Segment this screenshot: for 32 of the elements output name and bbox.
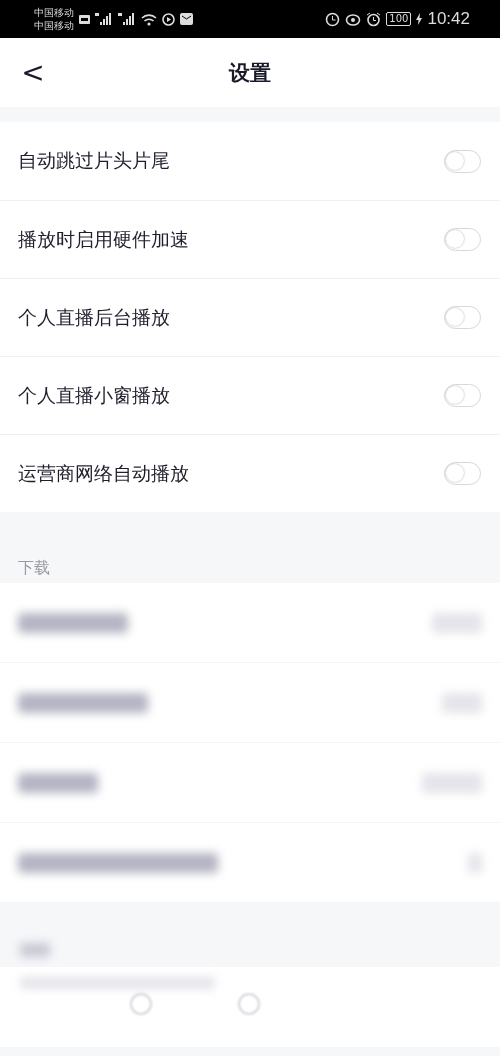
carrier-label: 中国移动 (34, 6, 74, 19)
blurred-text-drawing (442, 692, 482, 713)
page-title: 设置 (229, 59, 271, 87)
section-title: 下载 (18, 559, 50, 577)
play-icon (162, 12, 175, 26)
blurred-text-drawing (422, 772, 482, 793)
charging-icon (416, 13, 423, 25)
back-button[interactable]: < (14, 55, 52, 91)
battery-level: 100 (386, 12, 412, 26)
toggle-switch[interactable] (444, 149, 481, 173)
setting-label: 个人直播小窗播放 (18, 382, 170, 408)
alarm-icon (366, 11, 382, 27)
toggle-switch[interactable] (444, 228, 481, 251)
mail-icon (180, 13, 193, 25)
home-nav-icon[interactable] (238, 993, 260, 1015)
hd-icon (79, 14, 90, 24)
clock-time: 10:42 (427, 9, 470, 29)
setting-label: 个人直播后台播放 (18, 304, 170, 330)
wifi-icon (141, 12, 157, 26)
setting-label: 自动跳过片头片尾 (18, 148, 170, 173)
signal-icon (95, 13, 113, 25)
clock-icon (325, 11, 341, 27)
blurred-text-drawing (432, 612, 482, 633)
toggle-switch[interactable] (444, 306, 481, 329)
signal-icon (118, 13, 136, 25)
toggle-switch[interactable] (444, 462, 481, 485)
toggle-switch[interactable] (444, 384, 481, 407)
setting-label: 运营商网络自动播放 (18, 460, 189, 486)
carrier-label: 中国移动 (34, 19, 74, 32)
blurred-text-drawing (20, 943, 50, 957)
eye-icon (345, 12, 362, 26)
setting-label: 播放时启用硬件加速 (18, 226, 189, 252)
